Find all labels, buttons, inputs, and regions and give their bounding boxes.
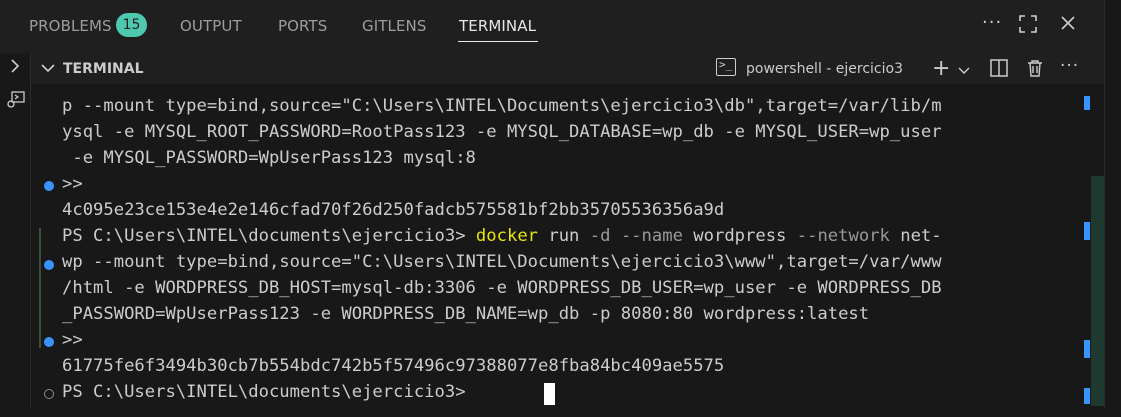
command-flag: --network (796, 226, 890, 246)
command-flag: --name (620, 226, 683, 246)
split-terminal-icon[interactable] (989, 58, 1009, 83)
command-arg: wordpress (682, 226, 797, 246)
command-name: docker (475, 226, 539, 246)
terminal-line: _PASSWORD=WpUserPass123 -e WORDPRESS_DB_… (62, 304, 870, 324)
close-panel-icon[interactable] (1059, 14, 1077, 37)
command-decoration-icon[interactable] (44, 260, 54, 270)
command-flag: -d (589, 226, 611, 246)
terminal-line: 4c095e23ce153e4e2e146cfad70f26d250fadcb5… (62, 200, 725, 220)
command-line: PS C:\Users\INTEL\documents\ejercicio3> … (62, 226, 942, 246)
tab-ports[interactable]: PORTS (278, 17, 327, 35)
active-tab-indicator (458, 41, 538, 42)
plus-icon[interactable]: + (932, 56, 950, 81)
trash-icon[interactable] (1025, 58, 1045, 83)
command-decoration-icon[interactable] (44, 181, 54, 191)
terminal-section-title[interactable]: TERMINAL (63, 61, 144, 77)
terminal-line: ysql -e MYSQL_ROOT_PASSWORD=RootPass123 … (62, 122, 942, 142)
problems-count-badge: 15 (116, 13, 147, 37)
chevron-down-icon[interactable] (958, 61, 970, 81)
command-arg: run (538, 226, 590, 246)
debug-console-icon[interactable] (6, 89, 26, 113)
tab-terminal[interactable]: TERMINAL (459, 17, 536, 35)
terminal-line: 61775fe6f3494b30cb7b554bdc742b5f57496c97… (62, 356, 725, 376)
command-arg (610, 226, 620, 246)
terminal-line: >> (62, 330, 83, 350)
more-actions-icon[interactable]: ··· (1060, 56, 1079, 76)
terminal-line: /html -e WORDPRESS_DB_HOST=mysql-db:3306… (62, 278, 942, 298)
status-bar-edge (0, 407, 1121, 417)
tab-gitlens[interactable]: GITLENS (362, 17, 427, 35)
terminal-line: p --mount type=bind,source="C:\Users\INT… (62, 96, 942, 116)
terminal-line: wp --mount type=bind,source="C:\Users\IN… (62, 252, 942, 272)
terminal-line: -e MYSQL_PASSWORD=WpUserPass123 mysql:8 (62, 148, 476, 168)
tab-output[interactable]: OUTPUT (180, 17, 242, 35)
right-edge-strip (1104, 0, 1121, 417)
command-decoration-icon[interactable] (44, 337, 54, 347)
chevron-right-icon[interactable] (9, 58, 21, 78)
panel-tab-bar: PROBLEMS 15 OUTPUT PORTS GITLENS TERMINA… (0, 0, 1104, 53)
terminal-line: PS C:\Users\INTEL\documents\ejercicio3> (62, 382, 476, 402)
terminal-line: >> (62, 174, 83, 194)
terminal-instance-name[interactable]: powershell - ejercicio3 (746, 61, 903, 77)
scrollbar[interactable] (1091, 176, 1104, 406)
maximize-panel-icon[interactable] (1018, 14, 1038, 39)
tab-problems[interactable]: PROBLEMS (29, 17, 112, 35)
command-decoration-icon[interactable] (44, 389, 54, 399)
more-actions-icon[interactable]: ··· (982, 12, 1002, 33)
command-arg: net- (889, 226, 942, 246)
terminal-shell-icon (716, 58, 736, 76)
terminal-cursor (544, 383, 555, 405)
chevron-down-icon[interactable] (40, 62, 56, 78)
command-group-bar (39, 228, 41, 348)
prompt-text: PS C:\Users\INTEL\documents\ejercicio3> (62, 226, 476, 246)
